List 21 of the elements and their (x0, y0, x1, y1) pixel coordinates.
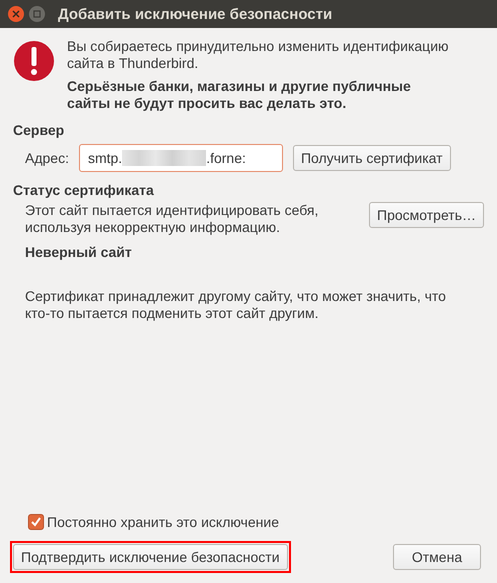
close-icon (12, 10, 20, 18)
cancel-button[interactable]: Отмена (393, 544, 481, 570)
maximize-icon (33, 10, 41, 18)
address-label: Адрес: (25, 150, 69, 166)
view-button[interactable]: Просмотреть… (369, 202, 484, 228)
warning-emphasis: Серьёзные банки, магазины и другие публичные сайты не будут просить вас делать это. (67, 78, 412, 112)
address-field[interactable]: smtp. .forne: (78, 144, 283, 172)
checkbox[interactable] (28, 514, 44, 530)
warning-message: Вы собираетесь принудительно изменить идентификацию сайта в Thunderbird. (67, 38, 450, 72)
section-heading: Сервер (13, 122, 66, 138)
maximize-button[interactable] (29, 6, 45, 22)
warning-icon (13, 40, 55, 82)
close-button[interactable] (8, 6, 24, 22)
checkbox-label: Постоянно хранить это исключение (47, 514, 279, 530)
get-certificate-button[interactable]: Получить сертификат (292, 145, 451, 171)
problem-title: Неверный сайт (25, 244, 133, 260)
window-title: Добавить исключение безопасности (58, 6, 332, 22)
problem-text: Сертификат принадлежит другому сайту, что может значить, что кто-то пытается подменить этот сайт другим. (25, 288, 447, 322)
confirm-button[interactable]: Подтвердить исключение безопасности (13, 544, 288, 570)
section-heading: Статус сертификата (13, 182, 155, 198)
status-message: Этот сайт пытается идентифицировать себя, используя некорректную информацию. (25, 202, 320, 236)
